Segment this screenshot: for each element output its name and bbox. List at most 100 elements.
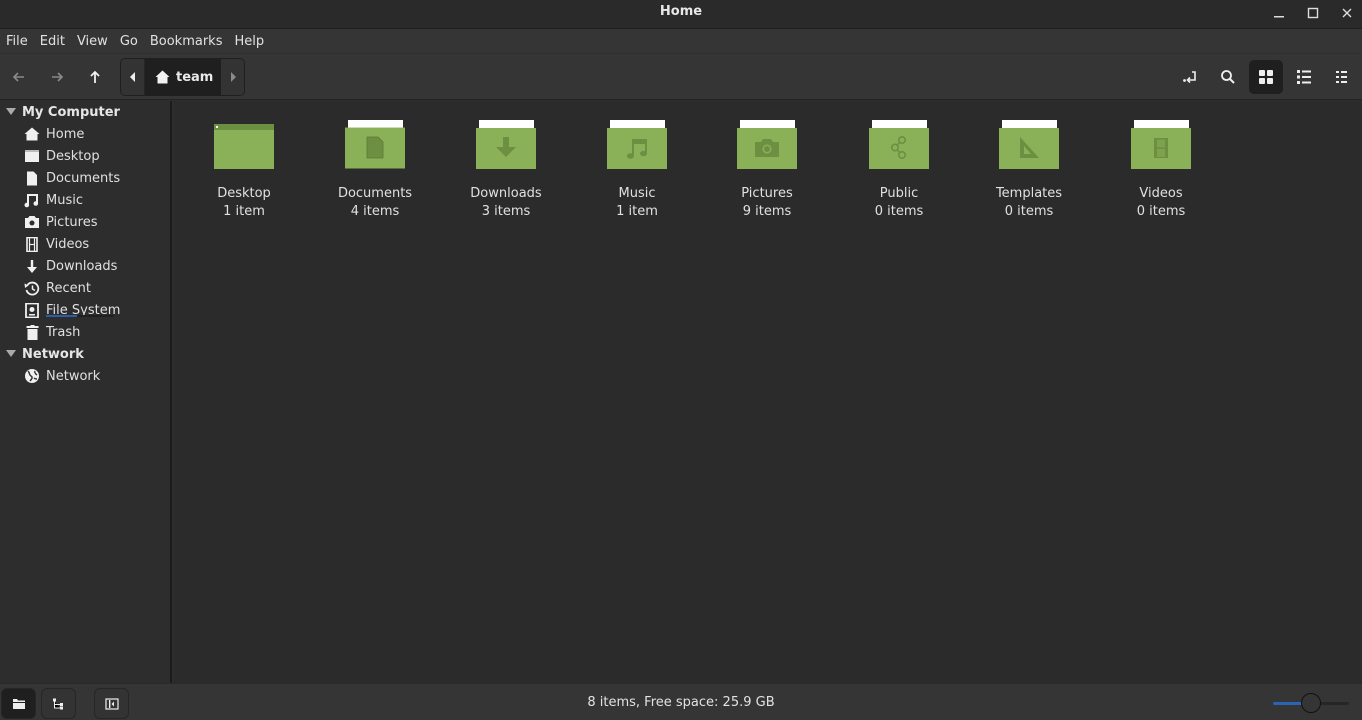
breadcrumb-label: team xyxy=(176,69,214,85)
expander-down-icon xyxy=(0,108,22,116)
downloads-folder-icon xyxy=(474,119,538,171)
file-count: 0 items xyxy=(874,204,924,219)
sidebar-item-label: Trash xyxy=(46,324,81,340)
menu-edit[interactable]: Edit xyxy=(34,29,71,54)
path-scroll-left[interactable] xyxy=(121,59,145,95)
file-count: 3 items xyxy=(481,204,531,219)
file-item-videos[interactable]: Videos 0 items xyxy=(1101,119,1221,221)
sidebar-section-network[interactable]: Network xyxy=(0,343,84,365)
status-bar: 8 items, Free space: 25.9 GB xyxy=(0,683,1362,720)
file-count: 1 item xyxy=(616,204,658,219)
documents-folder-icon xyxy=(343,119,407,171)
location-entry-icon xyxy=(1183,71,1196,84)
window-title: Home xyxy=(659,4,703,19)
forward-button[interactable] xyxy=(40,60,74,94)
back-button[interactable] xyxy=(2,60,36,94)
sidebar-item-label: Home xyxy=(46,126,85,142)
zoom-slider-knob[interactable] xyxy=(1301,693,1321,713)
file-item-pictures[interactable]: Pictures 9 items xyxy=(707,119,827,221)
compact-list-icon xyxy=(1336,71,1347,83)
music-icon xyxy=(22,192,42,208)
menu-view[interactable]: View xyxy=(71,29,114,54)
file-item-templates[interactable]: Templates 0 items xyxy=(969,119,1089,221)
sidebar-item-videos[interactable]: Videos xyxy=(22,233,170,255)
sidebar-item-home[interactable]: Home xyxy=(22,123,170,145)
maximize-button[interactable] xyxy=(1301,3,1325,23)
caret-left-icon xyxy=(129,72,135,82)
arrow-right-icon xyxy=(52,72,64,82)
menu-help[interactable]: Help xyxy=(228,29,270,54)
sidebar-item-label: Documents xyxy=(46,170,121,186)
home-icon xyxy=(22,126,42,142)
templates-folder-icon xyxy=(997,119,1061,171)
close-icon xyxy=(1342,8,1352,18)
expander-down-icon xyxy=(0,350,22,358)
download-icon xyxy=(22,258,42,274)
sidebar-item-label: Downloads xyxy=(46,258,118,274)
compact-view-button[interactable] xyxy=(1325,60,1359,94)
file-item-documents[interactable]: Documents 4 items xyxy=(315,119,435,221)
menu-bookmarks[interactable]: Bookmarks xyxy=(144,29,229,54)
drive-icon xyxy=(22,302,42,318)
sidebar-item-downloads[interactable]: Downloads xyxy=(22,255,170,277)
menu-go[interactable]: Go xyxy=(114,29,144,54)
file-item-desktop[interactable]: Desktop 1 item xyxy=(184,119,304,221)
public-folder-icon xyxy=(867,119,931,171)
sidebar-item-file-system[interactable]: File System xyxy=(22,299,170,321)
toggle-location-button[interactable] xyxy=(1173,60,1207,94)
close-button[interactable] xyxy=(1335,3,1359,23)
trash-icon xyxy=(22,324,42,340)
sidebar-item-music[interactable]: Music xyxy=(22,189,170,211)
file-count: 0 items xyxy=(1004,204,1054,219)
sidebar-item-recent[interactable]: Recent xyxy=(22,277,170,299)
file-name: Desktop xyxy=(217,186,271,201)
file-item-public[interactable]: Public 0 items xyxy=(839,119,959,221)
search-icon xyxy=(1221,70,1235,84)
sidebar-item-network[interactable]: Network xyxy=(22,365,170,387)
history-icon xyxy=(22,280,42,296)
breadcrumb-team[interactable]: team xyxy=(145,59,221,95)
disk-usage-fill xyxy=(46,315,77,317)
title-bar: Home xyxy=(0,0,1362,29)
file-count: 9 items xyxy=(742,204,792,219)
file-name: Templates xyxy=(995,186,1063,201)
minimize-icon xyxy=(1274,16,1284,18)
sidebar-section-my-computer[interactable]: My Computer xyxy=(0,101,120,123)
path-scroll-right[interactable] xyxy=(221,59,244,95)
file-name: Pictures xyxy=(741,186,793,201)
maximize-icon xyxy=(1307,7,1319,19)
home-icon xyxy=(155,70,170,84)
list-view-button[interactable] xyxy=(1287,60,1321,94)
zoom-slider[interactable] xyxy=(1273,693,1349,713)
file-name: Videos xyxy=(1139,186,1183,201)
file-count: 0 items xyxy=(1136,204,1186,219)
file-name: Downloads xyxy=(470,186,542,201)
section-title: My Computer xyxy=(22,104,120,120)
up-button[interactable] xyxy=(78,60,112,94)
sidebar-item-label: Pictures xyxy=(46,214,98,230)
file-item-music[interactable]: Music 1 item xyxy=(577,119,697,221)
arrow-left-icon xyxy=(12,72,24,82)
file-name: Public xyxy=(879,186,919,201)
sidebar-item-trash[interactable]: Trash xyxy=(22,321,170,343)
grid-icon xyxy=(1259,70,1273,84)
sidebar-item-pictures[interactable]: Pictures xyxy=(22,211,170,233)
camera-icon xyxy=(22,214,42,230)
list-icon xyxy=(1297,70,1311,84)
music-folder-icon xyxy=(605,119,669,171)
film-icon xyxy=(22,236,42,252)
sidebar-item-documents[interactable]: Documents xyxy=(22,167,170,189)
sidebar-item-desktop[interactable]: Desktop xyxy=(22,145,170,167)
pictures-folder-icon xyxy=(735,119,799,171)
file-name: Documents xyxy=(337,186,413,201)
file-item-downloads[interactable]: Downloads 3 items xyxy=(446,119,566,221)
status-text: 8 items, Free space: 25.9 GB xyxy=(587,695,775,710)
caret-right-icon xyxy=(231,72,236,82)
sidebar: My Computer Home Desktop Documents Music… xyxy=(0,101,172,683)
menu-file[interactable]: File xyxy=(0,29,34,54)
menu-bar: File Edit View Go Bookmarks Help xyxy=(0,29,1362,54)
icon-view-button[interactable] xyxy=(1249,60,1283,94)
minimize-button[interactable] xyxy=(1267,3,1291,23)
search-button[interactable] xyxy=(1211,60,1245,94)
sidebar-item-label: Network xyxy=(46,368,101,384)
